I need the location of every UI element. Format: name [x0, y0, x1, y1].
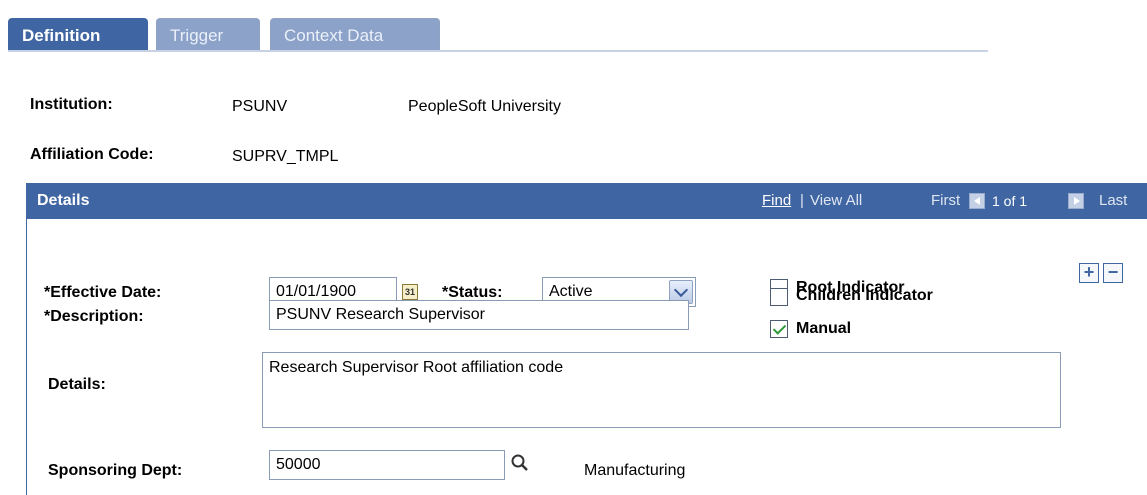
previous-icon[interactable]: [969, 193, 985, 209]
tab-bar-underline: [8, 50, 988, 52]
details-textarea[interactable]: Research Supervisor Root affiliation cod…: [262, 352, 1061, 428]
manual-label: Manual: [796, 320, 852, 337]
first-label[interactable]: First: [931, 183, 960, 219]
manual-checkbox[interactable]: [770, 320, 788, 338]
institution-label: Institution:: [30, 96, 113, 113]
effective-date-label: *Effective Date:: [44, 284, 162, 301]
nav-separator: |: [800, 192, 804, 209]
view-all-link[interactable]: View All: [810, 183, 862, 219]
calendar-icon-text: 31: [404, 287, 415, 297]
institution-name: PeopleSoft University: [408, 98, 561, 115]
description-field[interactable]: PSUNV Research Supervisor: [269, 300, 689, 330]
affiliation-code-value: SUPRV_TMPL: [232, 148, 339, 165]
details-label: Details:: [48, 376, 106, 393]
status-select-value: Active: [549, 283, 593, 300]
affiliation-code-label: Affiliation Code:: [30, 146, 154, 163]
sponsoring-dept-label: Sponsoring Dept:: [48, 462, 183, 479]
last-label[interactable]: Last: [1099, 183, 1127, 219]
sponsoring-dept-name: Manufacturing: [584, 462, 686, 479]
tab-definition[interactable]: Definition: [8, 18, 148, 52]
details-grid-header: Details Find | View All First 1 of 1 Las…: [26, 183, 1147, 219]
children-indicator-checkbox[interactable]: [770, 288, 788, 306]
next-icon[interactable]: [1068, 193, 1084, 209]
search-icon[interactable]: [510, 453, 530, 473]
tab-trigger[interactable]: Trigger: [156, 18, 260, 52]
row-counter: 1 of 1: [992, 193, 1028, 209]
sponsoring-dept-field[interactable]: 50000: [269, 450, 505, 480]
tab-context-data[interactable]: Context Data: [270, 18, 440, 52]
institution-code: PSUNV: [232, 98, 288, 115]
details-grid: [26, 183, 1147, 495]
delete-row-icon[interactable]: −: [1103, 263, 1123, 283]
checkmark-icon: [772, 321, 787, 335]
details-grid-title: Details: [37, 192, 90, 209]
description-label: *Description:: [44, 308, 144, 325]
children-indicator-label: Children Indicator: [796, 287, 933, 304]
calendar-icon[interactable]: 31: [402, 284, 418, 300]
find-link[interactable]: Find: [762, 183, 791, 219]
add-row-icon[interactable]: +: [1079, 263, 1099, 283]
